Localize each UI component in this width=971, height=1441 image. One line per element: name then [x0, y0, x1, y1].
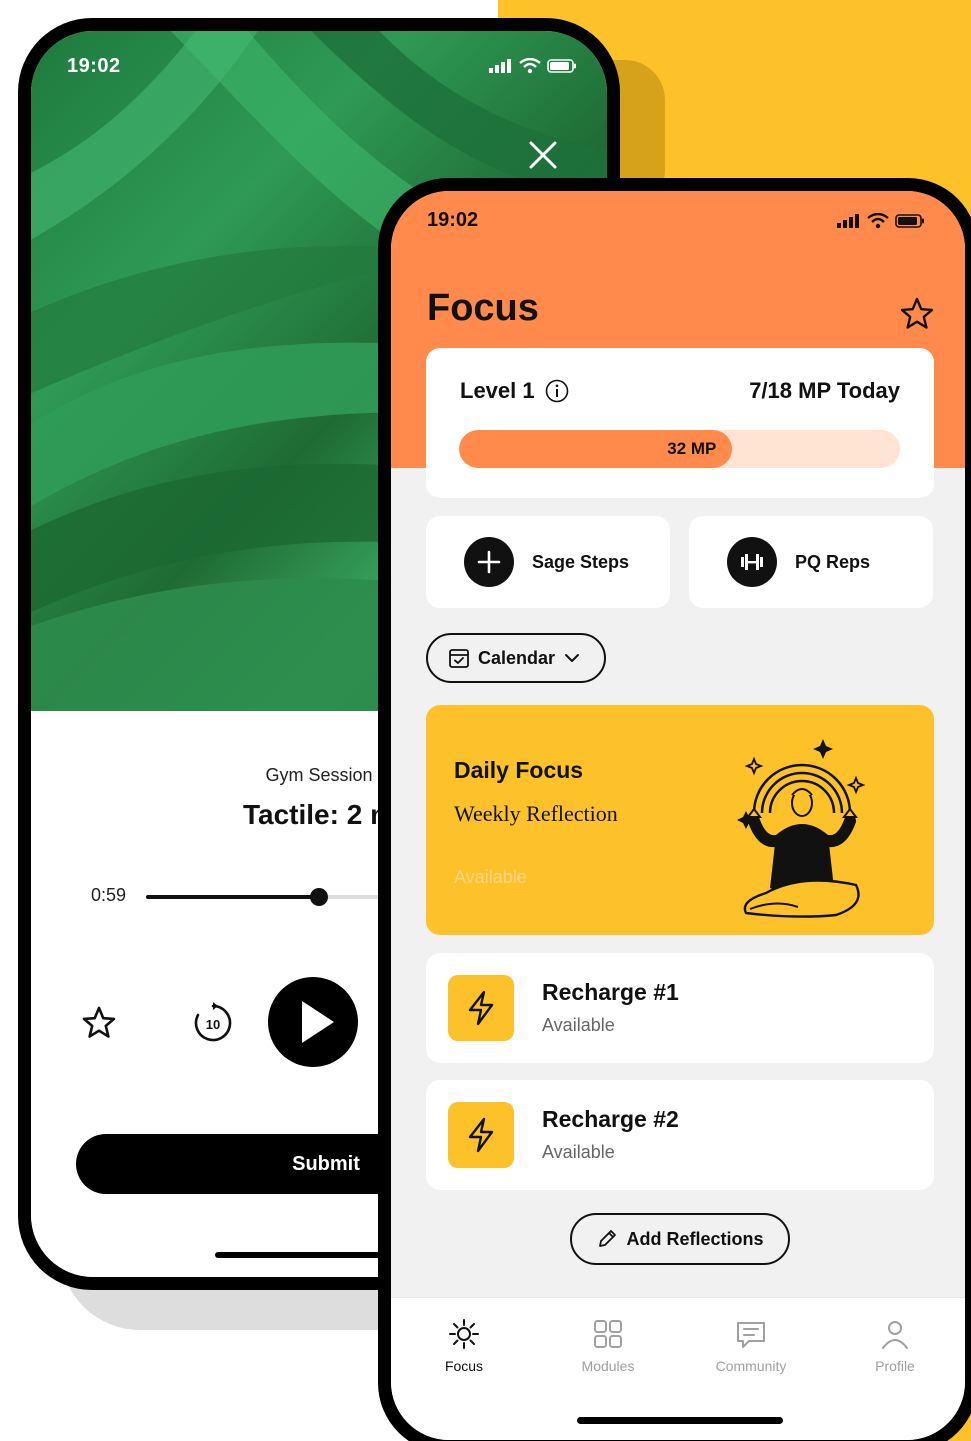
elapsed-time: 0:59	[91, 885, 127, 905]
battery-icon	[895, 213, 924, 228]
favorite-star-icon[interactable]	[81, 1005, 117, 1041]
tab-profile[interactable]: Profile	[835, 1316, 955, 1374]
meditating-person-illustration	[737, 739, 866, 918]
bottom-tab-bar: Focus Modules Community Profile	[391, 1297, 965, 1440]
close-icon[interactable]	[523, 135, 563, 175]
add-reflections-button[interactable]: Add Reflections	[570, 1213, 790, 1265]
tab-modules[interactable]: Modules	[548, 1316, 668, 1374]
chevron-down-icon	[565, 654, 580, 662]
recharge-1-card[interactable]: Recharge #1 Available	[426, 953, 934, 1063]
daily-focus-subtitle: Weekly Reflection	[454, 801, 618, 826]
mp-today: 7/18 MP Today	[749, 378, 900, 403]
daily-focus-status: Available	[454, 867, 527, 887]
sun-icon	[449, 1319, 479, 1349]
chat-icon	[737, 1322, 765, 1348]
plus-icon	[464, 537, 514, 587]
tab-focus[interactable]: Focus	[404, 1316, 524, 1374]
dumbbell-icon	[727, 537, 777, 587]
battery-icon	[547, 59, 576, 73]
tab-community[interactable]: Community	[691, 1316, 811, 1374]
tab-community-label: Community	[715, 1358, 787, 1374]
person-icon	[882, 1321, 908, 1349]
recharge-1-title: Recharge #1	[542, 979, 679, 1005]
recharge-2-status: Available	[542, 1142, 615, 1162]
calendar-dropdown[interactable]: Calendar	[426, 633, 606, 683]
mp-progress-bar: 32 MP	[459, 430, 900, 468]
daily-focus-card[interactable]: Daily Focus Weekly Reflection Available	[426, 705, 934, 935]
add-reflections-label: Add Reflections	[626, 1228, 764, 1249]
level-card: Level 1 7/18 MP Today 32 MP	[426, 348, 934, 498]
signal-icon	[837, 213, 859, 228]
mp-progress-fill: 32 MP	[459, 430, 733, 468]
replay-icon: 10	[194, 1002, 232, 1042]
tab-modules-label: Modules	[581, 1358, 635, 1374]
sage-steps-label: Sage Steps	[532, 551, 630, 572]
calendar-label: Calendar	[478, 647, 556, 668]
pencil-icon	[599, 1230, 617, 1247]
daily-focus-title: Daily Focus	[454, 757, 584, 783]
pq-reps-card[interactable]: PQ Reps	[689, 516, 933, 608]
scrubber-handle[interactable]	[309, 888, 328, 906]
grid-icon	[594, 1320, 622, 1348]
page-title: Focus	[427, 287, 539, 329]
focus-screen: 19:02 Focus Level 1 7/18 MP Today 32 MP	[391, 191, 965, 1440]
play-icon	[302, 1001, 334, 1043]
replay-10-button[interactable]: 10	[191, 1001, 235, 1045]
wifi-icon	[867, 212, 889, 228]
sage-steps-card[interactable]: Sage Steps	[426, 516, 670, 608]
signal-icon	[489, 59, 511, 73]
status-time: 19:02	[67, 54, 121, 77]
wifi-icon	[519, 58, 541, 74]
player-status-bar: 19:02	[31, 31, 607, 101]
lightning-icon	[448, 975, 514, 1041]
lightning-icon	[448, 1102, 514, 1168]
tab-profile-label: Profile	[875, 1358, 915, 1374]
info-icon[interactable]	[545, 379, 569, 403]
focus-status-bar: 19:02	[391, 209, 965, 232]
recharge-1-status: Available	[542, 1015, 615, 1035]
status-time: 19:02	[427, 209, 479, 231]
favorites-star-icon[interactable]	[899, 296, 935, 332]
mp-total-label: 32 MP	[667, 439, 717, 458]
level-label: Level 1	[460, 378, 535, 403]
recharge-2-card[interactable]: Recharge #2 Available	[426, 1080, 934, 1190]
home-indicator	[577, 1417, 783, 1424]
pq-reps-label: PQ Reps	[795, 551, 871, 572]
level-heading: Level 1	[460, 378, 569, 404]
recharge-2-title: Recharge #2	[542, 1106, 679, 1132]
focus-phone: 19:02 Focus Level 1 7/18 MP Today 32 MP	[378, 178, 971, 1441]
playback-progress	[146, 895, 319, 899]
play-button[interactable]	[268, 977, 358, 1067]
replay-seconds-label: 10	[206, 1017, 220, 1032]
calendar-icon	[449, 649, 469, 668]
tab-focus-label: Focus	[444, 1358, 484, 1374]
